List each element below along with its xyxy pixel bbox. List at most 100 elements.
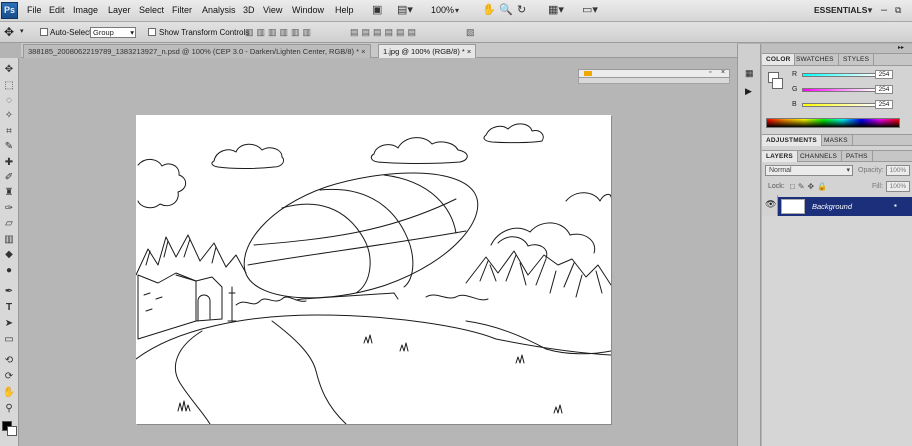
lock-icon[interactable]: □✎✥🔒 [790, 182, 830, 191]
tab-swatches[interactable]: SWATCHES [792, 54, 839, 65]
fill-field[interactable]: 100% [886, 181, 910, 192]
distribute-icons[interactable]: ▤▤▤▤▤▤ [350, 27, 419, 38]
bridge-icon[interactable]: ▣ [372, 3, 382, 18]
tab-layers[interactable]: LAYERS [762, 151, 798, 162]
blue-value[interactable]: 254 [875, 100, 893, 109]
options-bar: ✥ ▾ Auto-Select: Group ▾ Show Transform C… [0, 22, 912, 43]
collapse-icon[interactable]: ▸▸ [898, 44, 904, 51]
blur-icon[interactable]: ◆ [2, 249, 16, 261]
align-icons[interactable]: ▥▥▥▥▥▥ [245, 27, 314, 38]
rotate-icon[interactable]: ↻ [517, 3, 526, 18]
gradient-icon[interactable]: ▥ [2, 234, 16, 246]
zoom-dropdown-icon[interactable]: ▾ [455, 3, 459, 18]
dodge-icon[interactable]: ● [2, 265, 16, 277]
document-canvas[interactable] [135, 115, 612, 425]
menu-help[interactable]: Help [335, 5, 354, 15]
blend-mode-dropdown[interactable]: Normal ▾ [765, 165, 853, 176]
color-panel-tabs: COLOR SWATCHES STYLES [762, 54, 912, 66]
dock-header: ▸▸ [762, 44, 912, 54]
tab-psd[interactable]: 388185_2008062219789_1383213927_n.psd @ … [23, 44, 371, 58]
green-value[interactable]: 254 [875, 85, 893, 94]
close-icon[interactable]: × [467, 47, 471, 56]
zoom-icon[interactable]: 🔍 [499, 3, 513, 18]
marquee-icon[interactable]: ⬚ [2, 80, 16, 92]
clone-stamp-icon[interactable]: ♜ [2, 187, 16, 199]
green-slider[interactable] [802, 88, 876, 92]
menu-view[interactable]: View [263, 5, 282, 15]
screen-mode-icon[interactable]: ▭▾ [582, 3, 598, 18]
shape-icon[interactable]: ▭ [2, 334, 16, 346]
blue-label: B [792, 101, 797, 108]
hand-icon[interactable]: ✋ [482, 3, 496, 18]
pen-icon[interactable]: ✒ [2, 286, 16, 298]
move-tool-icon[interactable]: ✥ [4, 25, 14, 39]
eye-icon[interactable]: 👁 [765, 199, 776, 210]
blue-slider[interactable] [802, 103, 876, 107]
workspace-switcher[interactable]: ESSENTIALS [814, 5, 867, 15]
zoom-icon[interactable]: ⚲ [2, 403, 16, 415]
magic-wand-icon[interactable]: ✧ [2, 110, 16, 122]
tab-jpg[interactable]: 1.jpg @ 100% (RGB/8) * × [378, 44, 477, 58]
panel-grip-icon[interactable] [584, 71, 592, 76]
layers-panel-tabs: LAYERS CHANNELS PATHS [762, 150, 912, 162]
eraser-icon[interactable]: ▱ [2, 218, 16, 230]
visibility-column: 👁 [762, 195, 778, 216]
lasso-icon[interactable]: ◌ [2, 95, 16, 107]
menu-layer[interactable]: Layer [108, 5, 131, 15]
auto-select-dropdown[interactable]: Group ▾ [90, 27, 136, 38]
crop-icon[interactable]: ⌗ [2, 126, 16, 138]
auto-select-label: Auto-Select: [50, 28, 94, 37]
grid-icon[interactable]: ▦▾ [548, 3, 564, 18]
opacity-field[interactable]: 100% [886, 165, 910, 176]
chevron-down-icon: ▾ [130, 28, 134, 37]
3d-rotate-icon[interactable]: ⟲ [2, 355, 16, 367]
tab-adjustments[interactable]: ADJUSTMENTS [762, 135, 822, 146]
tab-psd-label: 388185_2008062219789_1383213927_n.psd @ … [28, 47, 360, 56]
menu-analysis[interactable]: Analysis [202, 5, 236, 15]
red-value[interactable]: 254 [875, 70, 893, 79]
eyedropper-icon[interactable]: ✎ [2, 141, 16, 153]
transform-controls-label: Show Transform Controls [159, 28, 250, 37]
tab-styles[interactable]: STYLES [839, 54, 875, 65]
extras-icon[interactable]: ▤▾ [397, 3, 413, 18]
background-color-swatch[interactable] [7, 426, 17, 436]
menu-filter[interactable]: Filter [172, 5, 192, 15]
type-icon[interactable]: T [2, 302, 16, 314]
brush-icon[interactable]: ✐ [2, 172, 16, 184]
hand-icon[interactable]: ✋ [2, 387, 16, 399]
panel-close-icon[interactable]: × [721, 69, 725, 76]
tab-masks[interactable]: MASKS [820, 135, 853, 146]
auto-select-checkbox[interactable] [40, 28, 48, 36]
canvas-area[interactable] [20, 58, 737, 446]
close-icon[interactable]: × [361, 47, 365, 56]
tab-channels[interactable]: CHANNELS [796, 151, 842, 162]
path-selection-icon[interactable]: ➤ [2, 318, 16, 330]
minimize-icon[interactable]: – [881, 3, 887, 18]
floating-panel-header[interactable]: × ▫ [578, 69, 730, 78]
workspace-dropdown-icon[interactable]: ▼ [866, 3, 874, 18]
menu-window[interactable]: Window [292, 5, 324, 15]
background-color-swatch[interactable] [772, 78, 783, 89]
color-spectrum[interactable] [766, 118, 900, 128]
history-panel-icon[interactable]: ▦ [745, 68, 754, 79]
tool-preset-dropdown-icon[interactable]: ▾ [20, 27, 24, 35]
history-brush-icon[interactable]: ✑ [2, 203, 16, 215]
move-tool-icon[interactable]: ✥ [2, 64, 16, 76]
transform-controls-checkbox[interactable] [148, 28, 156, 36]
panel-minimize-icon[interactable]: ▫ [709, 69, 711, 76]
restore-icon[interactable]: ⧉ [895, 3, 901, 18]
tab-color[interactable]: COLOR [762, 54, 796, 65]
menu-file[interactable]: File [27, 5, 42, 15]
zoom-level[interactable]: 100% [431, 5, 454, 15]
menu-3d[interactable]: 3D [243, 5, 255, 15]
healing-brush-icon[interactable]: ✚ [2, 157, 16, 169]
red-slider[interactable] [802, 73, 876, 77]
photoshop-logo[interactable]: Ps [1, 2, 18, 19]
actions-panel-icon[interactable]: ▶ [745, 86, 752, 97]
3d-orbit-icon[interactable]: ⟳ [2, 371, 16, 383]
tab-paths[interactable]: PATHS [842, 151, 873, 162]
auto-align-icon[interactable]: ▧ [466, 27, 475, 38]
menu-select[interactable]: Select [139, 5, 164, 15]
menu-edit[interactable]: Edit [49, 5, 65, 15]
menu-image[interactable]: Image [73, 5, 98, 15]
